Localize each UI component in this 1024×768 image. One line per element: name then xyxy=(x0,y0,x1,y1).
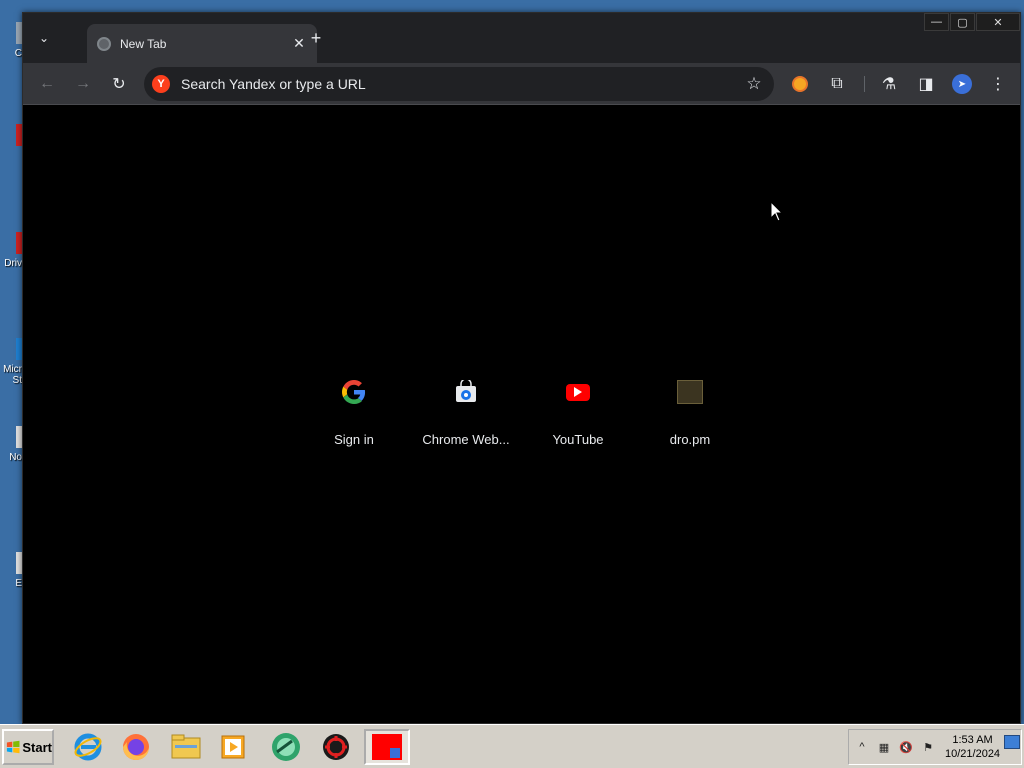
shortcut-icon-container xyxy=(554,368,602,416)
start-label: Start xyxy=(22,739,52,755)
active-window-icon[interactable] xyxy=(364,729,410,765)
shortcut-youtube[interactable]: YouTube xyxy=(522,368,634,458)
desktop-icon-label: Micr St xyxy=(3,364,22,386)
desktop-icon-label: Driv xyxy=(4,258,22,269)
media-player-icon[interactable] xyxy=(216,729,252,765)
red-gear-glyph-icon xyxy=(323,734,349,760)
greenshot-icon[interactable] xyxy=(268,729,304,765)
ie-glyph-icon xyxy=(74,733,102,761)
windows-logo-icon xyxy=(6,740,20,754)
reload-button[interactable]: ↻ xyxy=(105,70,133,98)
toolbar: ← → ↻ Y Search Yandex or type a URL ☆ ⧉ … xyxy=(23,63,1020,105)
clock-time: 1:53 AM xyxy=(952,734,993,746)
action-center-flag-icon[interactable]: ⚑ xyxy=(919,738,937,756)
google-icon xyxy=(342,380,366,404)
maximize-button[interactable]: ▢ xyxy=(950,13,975,31)
shortcut-sign-in[interactable]: Sign in xyxy=(298,368,410,458)
desktop-icon-1[interactable]: C xyxy=(0,18,22,78)
firefox-icon[interactable] xyxy=(118,729,154,765)
back-button[interactable]: ← xyxy=(33,70,61,98)
app-red-icon[interactable] xyxy=(318,729,354,765)
desktop-icon-5[interactable]: No xyxy=(0,422,22,482)
forward-button[interactable]: → xyxy=(69,70,97,98)
chrome-taskbar-icon xyxy=(372,734,402,760)
file-explorer-icon[interactable] xyxy=(168,729,204,765)
menu-icon[interactable]: ⋮ xyxy=(984,70,1012,98)
shortcut-label: YouTube xyxy=(552,432,604,447)
shortcut-chrome-web-store[interactable]: Chrome Web... xyxy=(410,368,522,458)
side-panel-glyph-icon: ◨ xyxy=(918,76,934,93)
tab-search-button[interactable]: ⌄ xyxy=(33,27,55,49)
desktop-icon-label: C xyxy=(14,48,22,59)
desktop-icon-2[interactable] xyxy=(0,120,22,180)
network-icon[interactable]: ▦ xyxy=(875,738,893,756)
shortcut-label: Chrome Web... xyxy=(422,432,510,447)
shortcut-label: dro.pm xyxy=(669,432,711,447)
taskbar: Start ^ ▦ 🔇 ⚑ 1:53 AM 10/21/2024 xyxy=(0,724,1024,768)
volume-muted-icon[interactable]: 🔇 xyxy=(897,738,915,756)
arrow-right-icon: → xyxy=(75,75,91,92)
chrome-web-store-icon xyxy=(456,380,476,402)
bitcoin-extension-icon[interactable] xyxy=(786,70,814,98)
bookmark-star-icon[interactable]: ☆ xyxy=(742,74,766,94)
desktop-icon-6[interactable]: E xyxy=(0,548,22,608)
internet-explorer-icon[interactable] xyxy=(70,729,106,765)
arrow-left-icon: ← xyxy=(39,75,55,92)
desktop-icon-label: E xyxy=(15,578,22,589)
desktop-icon-3[interactable]: Driv xyxy=(0,228,22,288)
toolbar-separator xyxy=(864,76,865,92)
shortcut-icon-container xyxy=(666,368,714,416)
puzzle-icon: ⧉ xyxy=(831,75,843,92)
reload-icon: ↻ xyxy=(112,76,126,93)
shortcut-icon-container xyxy=(442,368,490,416)
tab-strip: ⌄ New Tab ✕ + — ▢ ✕ xyxy=(23,13,1020,63)
profile-avatar-icon[interactable]: ➤ xyxy=(948,70,976,98)
clock-date: 10/21/2024 xyxy=(945,748,1001,760)
new-tab-button[interactable]: + xyxy=(305,27,327,49)
labs-icon[interactable]: ⚗ xyxy=(875,70,903,98)
shortcut-icon-container xyxy=(330,368,378,416)
minimize-button[interactable]: — xyxy=(924,13,949,31)
dro-pm-icon xyxy=(677,380,703,404)
firefox-glyph-icon xyxy=(123,734,149,760)
chevron-down-icon: ⌄ xyxy=(38,31,50,45)
media-glyph-icon xyxy=(221,735,245,759)
address-bar-placeholder[interactable]: Search Yandex or type a URL xyxy=(181,76,742,92)
green-app-glyph-icon xyxy=(272,733,300,761)
tab-title: New Tab xyxy=(120,36,167,51)
side-panel-icon[interactable]: ◨ xyxy=(912,70,940,98)
desktop-icon-label: No xyxy=(9,452,22,463)
kebab-menu-icon: ⋮ xyxy=(990,76,1006,93)
extension-badge xyxy=(792,76,808,92)
folder-icon xyxy=(171,734,201,759)
new-tab-page: Sign in Chrome Web... YouTube dro.pm xyxy=(23,106,1020,723)
clock[interactable]: 1:53 AM 10/21/2024 xyxy=(945,733,1000,761)
tab-new-tab[interactable]: New Tab ✕ xyxy=(87,24,317,63)
chrome-favicon-icon xyxy=(97,36,111,51)
plus-icon: + xyxy=(310,28,322,48)
shortcut-label: Sign in xyxy=(334,432,374,447)
window-controls: — ▢ ✕ xyxy=(923,13,1020,33)
puzzle-extensions-icon[interactable]: ⧉ xyxy=(823,70,851,98)
desktop-icon-4[interactable]: Micr St xyxy=(0,334,22,396)
show-desktop-icon[interactable] xyxy=(1004,735,1020,749)
mouse-cursor-icon xyxy=(770,201,784,222)
start-button[interactable]: Start xyxy=(2,729,54,765)
youtube-icon xyxy=(566,383,590,401)
browser-window: ⌄ New Tab ✕ + — ▢ ✕ ← → ↻ Y Search Yande… xyxy=(22,12,1021,724)
close-window-button[interactable]: ✕ xyxy=(976,13,1020,31)
yandex-search-icon: Y xyxy=(152,75,170,93)
flask-icon: ⚗ xyxy=(881,76,897,93)
show-hidden-icons-icon[interactable]: ^ xyxy=(853,738,871,756)
address-bar[interactable]: Y Search Yandex or type a URL ☆ xyxy=(144,67,774,101)
avatar: ➤ xyxy=(952,74,972,94)
shortcut-dro-pm[interactable]: dro.pm xyxy=(634,368,746,458)
system-tray: ^ ▦ 🔇 ⚑ 1:53 AM 10/21/2024 xyxy=(848,729,1022,765)
